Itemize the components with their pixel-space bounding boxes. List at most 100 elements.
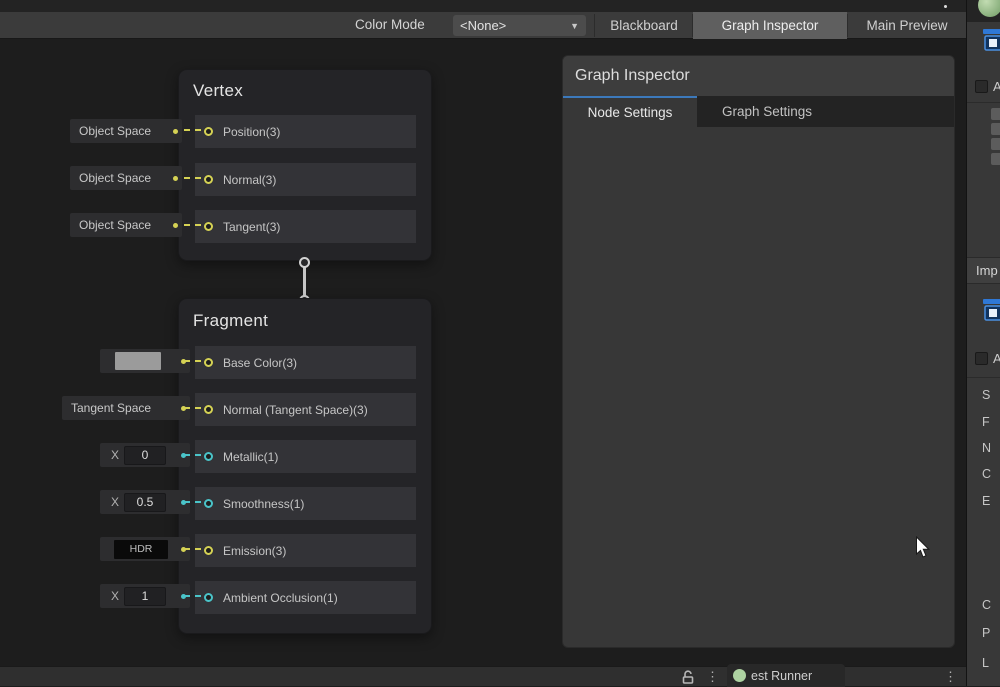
shadergraph-asset-icon — [982, 298, 1000, 324]
stack-edge-top-handle[interactable] — [299, 257, 310, 268]
test-runner-tab[interactable]: est Runner — [727, 664, 845, 687]
port-row-smoothness[interactable]: Smoothness(1) — [195, 487, 416, 520]
port-label: Normal(3) — [223, 173, 276, 187]
tab-graph-settings[interactable]: Graph Settings — [697, 96, 837, 127]
color-swatch[interactable] — [115, 352, 161, 370]
more-options-icon[interactable]: ⋮ — [944, 669, 957, 685]
space-label: Object Space — [70, 124, 151, 138]
lock-open-icon[interactable] — [681, 670, 695, 684]
port-dot-icon — [173, 223, 178, 228]
normal-space-widget[interactable]: Object Space — [70, 166, 182, 190]
inspector-button[interactable] — [991, 108, 1000, 120]
input-port-icon[interactable] — [204, 452, 213, 461]
blackboard-button[interactable]: Blackboard — [596, 12, 692, 39]
bottom-status-bar: ⋮ est Runner ⋮ — [0, 666, 966, 686]
port-row-normal[interactable]: Normal(3) — [195, 163, 416, 196]
port-label: Position(3) — [223, 125, 280, 139]
graph-inspector-button[interactable]: Graph Inspector — [693, 12, 847, 39]
port-label: Metallic(1) — [223, 450, 278, 464]
vertex-node[interactable]: Vertex Position(3) Normal(3) Tangent(3) — [178, 69, 432, 261]
input-port-icon[interactable] — [204, 127, 213, 136]
input-port-icon[interactable] — [204, 222, 213, 231]
tangent-space-widget[interactable]: Object Space — [70, 213, 182, 237]
input-port-icon[interactable] — [204, 546, 213, 555]
normal-space-widget[interactable]: Tangent Space — [62, 396, 190, 420]
metallic-value-field[interactable]: 0 — [124, 446, 166, 465]
footer-label: C — [982, 598, 991, 612]
input-port-icon[interactable] — [204, 405, 213, 414]
port-row-emission[interactable]: Emission(3) — [195, 534, 416, 567]
smoothness-value-field[interactable]: 0.5 — [124, 493, 166, 512]
port-dot-icon — [173, 176, 178, 181]
graph-inspector-panel: Graph Inspector Node Settings Graph Sett… — [562, 55, 955, 648]
main-preview-button[interactable]: Main Preview — [848, 12, 966, 39]
metallic-value-widget[interactable]: X 0 — [100, 443, 190, 467]
toolbar-divider — [594, 14, 595, 37]
color-mode-value: <None> — [460, 18, 506, 33]
smoothness-value-widget[interactable]: X 0.5 — [100, 490, 190, 514]
footer-label: L — [982, 656, 989, 670]
property-label: E — [982, 494, 990, 508]
port-row-base-color[interactable]: Base Color(3) — [195, 346, 416, 379]
port-label: Tangent(3) — [223, 220, 280, 234]
fragment-node-title: Fragment — [193, 311, 268, 331]
property-label: C — [982, 467, 991, 481]
port-connector-dash — [184, 360, 201, 362]
ambient-occlusion-value-field[interactable]: 1 — [124, 587, 166, 606]
imported-object-section-header[interactable]: Imp — [967, 257, 1000, 284]
property-label: N — [982, 441, 991, 455]
enabled-checkbox[interactable] — [975, 352, 988, 365]
port-label: Normal (Tangent Space)(3) — [223, 403, 368, 417]
tab-node-settings[interactable]: Node Settings — [563, 96, 697, 127]
port-row-tangent[interactable]: Tangent(3) — [195, 210, 416, 243]
input-port-icon[interactable] — [204, 499, 213, 508]
space-label: Object Space — [70, 218, 151, 232]
input-port-icon[interactable] — [204, 358, 213, 367]
x-prefix-label: X — [111, 448, 119, 462]
ambient-occlusion-value-widget[interactable]: X 1 — [100, 584, 190, 608]
port-label: Base Color(3) — [223, 356, 297, 370]
divider — [967, 102, 1000, 103]
x-prefix-label: X — [111, 589, 119, 603]
shader-graph-toolbar: Color Mode <None> ▼ Blackboard Graph Ins… — [0, 12, 966, 39]
hdr-color-field[interactable]: HDR — [114, 540, 168, 559]
more-options-icon[interactable]: ⋮ — [706, 669, 719, 685]
chevron-down-icon: ▼ — [570, 21, 579, 31]
shadergraph-asset-icon — [982, 28, 1000, 54]
port-row-normal-ts[interactable]: Normal (Tangent Space)(3) — [195, 393, 416, 426]
inspector-button[interactable] — [991, 123, 1000, 135]
window-top-strip — [0, 0, 966, 12]
input-port-icon[interactable] — [204, 175, 213, 184]
port-row-metallic[interactable]: Metallic(1) — [195, 440, 416, 473]
inspector-button[interactable] — [991, 138, 1000, 150]
property-label: S — [982, 388, 990, 402]
port-connector-dash — [184, 501, 201, 503]
inspector-button[interactable] — [991, 153, 1000, 165]
port-row-ambient-occlusion[interactable]: Ambient Occlusion(1) — [195, 581, 416, 614]
graph-inspector-header[interactable]: Graph Inspector — [563, 56, 954, 96]
mouse-cursor — [915, 536, 932, 560]
input-port-icon[interactable] — [204, 593, 213, 602]
test-runner-label: est Runner — [751, 669, 812, 683]
port-label: Smoothness(1) — [223, 497, 304, 511]
color-mode-dropdown[interactable]: <None> ▼ — [453, 15, 586, 36]
divider — [967, 377, 1000, 378]
base-color-widget[interactable] — [100, 349, 190, 373]
enabled-checkbox[interactable] — [975, 80, 988, 93]
port-row-position[interactable]: Position(3) — [195, 115, 416, 148]
status-dot — [944, 5, 947, 8]
port-connector-dash — [184, 177, 201, 179]
footer-label: P — [982, 626, 990, 640]
vertex-node-title: Vertex — [193, 81, 243, 101]
color-mode-label: Color Mode — [355, 17, 425, 32]
position-space-widget[interactable]: Object Space — [70, 119, 182, 143]
port-dot-icon — [173, 129, 178, 134]
imported-name-label: A — [993, 351, 1000, 366]
emission-hdr-widget[interactable]: HDR — [100, 537, 190, 561]
fragment-node[interactable]: Fragment Base Color(3) Normal (Tangent S… — [178, 298, 432, 634]
space-label: Object Space — [70, 171, 151, 185]
status-dot-icon — [733, 669, 746, 682]
port-label: Emission(3) — [223, 544, 286, 558]
space-label: Tangent Space — [62, 401, 151, 415]
port-connector-dash — [184, 224, 201, 226]
